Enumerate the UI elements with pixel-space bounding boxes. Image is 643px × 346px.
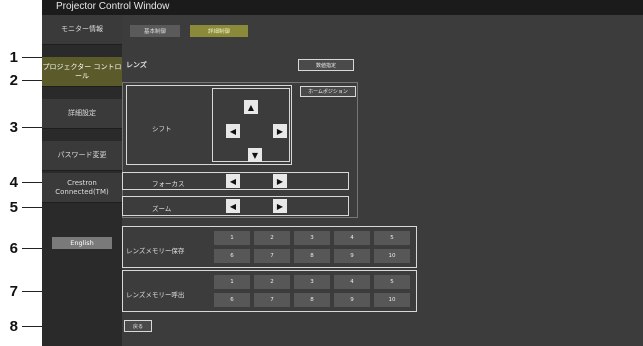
shift-up-button[interactable]: ▲ — [244, 100, 258, 114]
arrow-right-icon: ▶ — [276, 176, 284, 186]
arrow-left-icon: ◀ — [229, 126, 237, 136]
shift-label: シフト — [152, 125, 172, 133]
shift-left-button[interactable]: ◀ — [226, 124, 240, 138]
arrow-right-icon: ▶ — [276, 126, 284, 136]
arrow-left-icon: ◀ — [229, 201, 237, 211]
title-bar: Projector Control Window — [42, 0, 643, 15]
memory-load-button-10[interactable]: 10 — [374, 293, 410, 307]
memory-load-button-6[interactable]: 6 — [214, 293, 250, 307]
memory-load-button-7[interactable]: 7 — [254, 293, 290, 307]
callout-8: 8 — [9, 318, 18, 335]
zoom-right-button[interactable]: ▶ — [273, 199, 287, 213]
callout-4: 4 — [9, 174, 18, 191]
lens-memory-load-label: レンズメモリー呼出 — [126, 291, 185, 299]
memory-load-button-1[interactable]: 1 — [214, 275, 250, 289]
callout-2: 2 — [9, 72, 18, 89]
zoom-left-button[interactable]: ◀ — [226, 199, 240, 213]
callout-1: 1 — [9, 49, 18, 66]
zoom-label: ズーム — [152, 205, 172, 213]
callout-7: 7 — [9, 283, 18, 300]
english-button[interactable]: English — [52, 237, 112, 249]
memory-load-button-2[interactable]: 2 — [254, 275, 290, 289]
focus-right-button[interactable]: ▶ — [273, 174, 287, 188]
memory-load-button-3[interactable]: 3 — [294, 275, 330, 289]
focus-label: フォーカス — [152, 180, 185, 188]
focus-left-button[interactable]: ◀ — [226, 174, 240, 188]
arrow-up-icon: ▲ — [247, 102, 255, 112]
arrow-right-icon: ▶ — [276, 201, 284, 211]
lens-title: レンズ — [126, 61, 147, 69]
sidebar-item-password-change[interactable]: パスワード変更 — [42, 141, 122, 171]
memory-load-button-4[interactable]: 4 — [334, 275, 370, 289]
sidebar: モニター情報 プロジェクター コントロール 詳細設定 パスワード変更 Crest… — [42, 15, 122, 346]
callout-5: 5 — [9, 199, 18, 216]
memory-save-button-6[interactable]: 6 — [214, 249, 250, 263]
memory-save-button-8[interactable]: 8 — [294, 249, 330, 263]
numeric-input-button[interactable]: 数値指定 — [298, 59, 354, 71]
callout-3: 3 — [9, 119, 18, 136]
arrow-down-icon: ▼ — [251, 150, 259, 160]
memory-load-button-9[interactable]: 9 — [334, 293, 370, 307]
callout-6: 6 — [9, 240, 18, 257]
memory-load-button-5[interactable]: 5 — [374, 275, 410, 289]
shift-down-button[interactable]: ▼ — [248, 148, 262, 162]
sidebar-item-crestron[interactable]: Crestron Connected(TM) — [42, 173, 122, 203]
sidebar-item-monitor-info[interactable]: モニター情報 — [42, 15, 122, 45]
memory-load-button-8[interactable]: 8 — [294, 293, 330, 307]
memory-save-button-9[interactable]: 9 — [334, 249, 370, 263]
tab-detail-control[interactable]: 詳細制御 — [190, 25, 248, 37]
lens-memory-save-label: レンズメモリー保存 — [126, 247, 185, 255]
memory-save-button-5[interactable]: 5 — [374, 231, 410, 245]
arrow-left-icon: ◀ — [229, 176, 237, 186]
tab-basic-control[interactable]: 基本制御 — [130, 25, 180, 37]
lens-memory-save-grid: 1 2 3 4 5 6 7 8 9 10 — [214, 231, 410, 263]
back-button[interactable]: 戻る — [124, 320, 152, 332]
memory-save-button-4[interactable]: 4 — [334, 231, 370, 245]
projector-control-window: Projector Control Window モニター情報 プロジェクター … — [42, 0, 643, 346]
memory-save-button-3[interactable]: 3 — [294, 231, 330, 245]
window-title: Projector Control Window — [56, 1, 170, 12]
shift-right-button[interactable]: ▶ — [273, 124, 287, 138]
memory-save-button-7[interactable]: 7 — [254, 249, 290, 263]
sidebar-item-advanced-settings[interactable]: 詳細設定 — [42, 99, 122, 129]
memory-save-button-1[interactable]: 1 — [214, 231, 250, 245]
lens-memory-load-grid: 1 2 3 4 5 6 7 8 9 10 — [214, 275, 410, 307]
memory-save-button-2[interactable]: 2 — [254, 231, 290, 245]
memory-save-button-10[interactable]: 10 — [374, 249, 410, 263]
sidebar-item-projector-control[interactable]: プロジェクター コントロール — [42, 57, 122, 87]
